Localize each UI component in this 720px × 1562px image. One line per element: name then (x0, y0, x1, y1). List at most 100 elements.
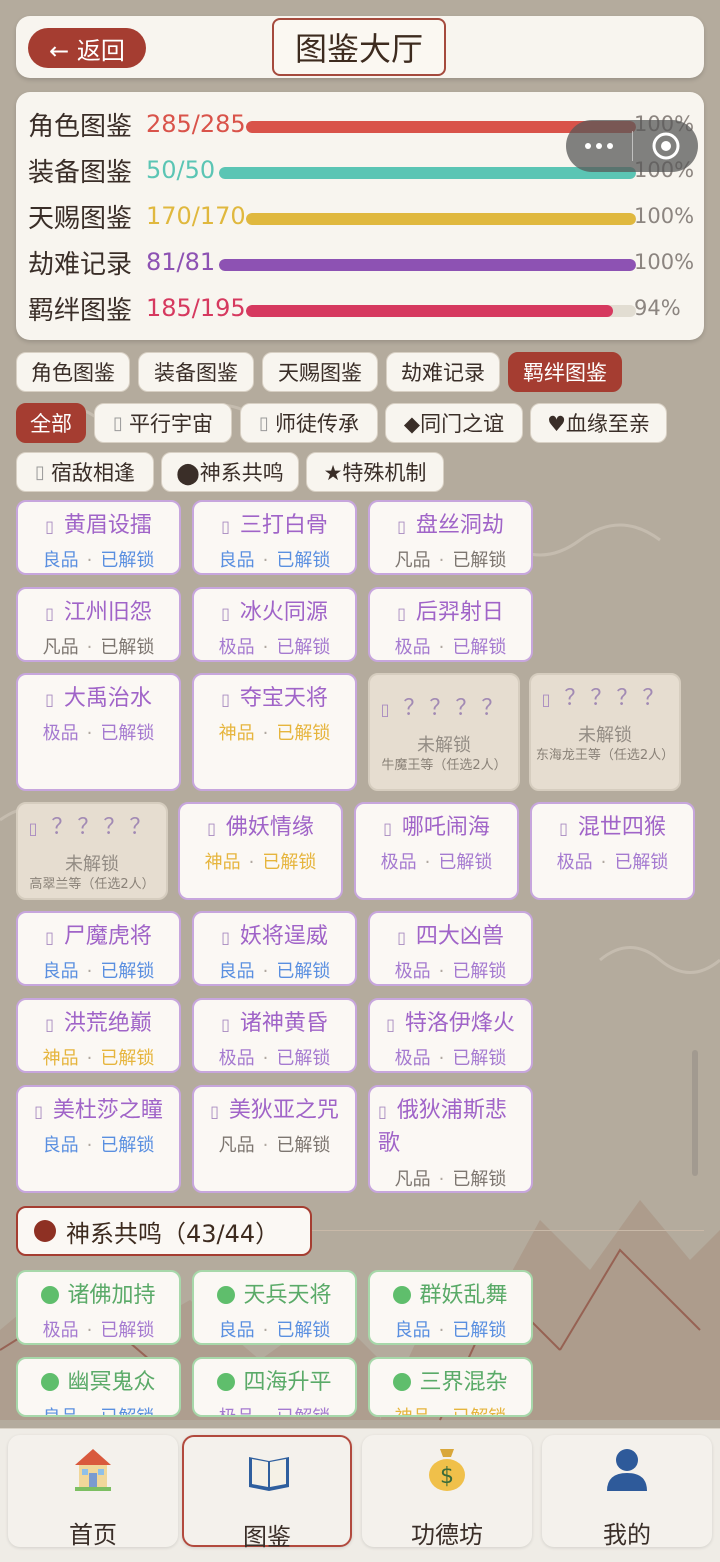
bond-card[interactable]: ▯ 四大凶兽 极品 · 已解锁 (368, 911, 533, 986)
bond-status: 已解锁 (100, 961, 155, 982)
bond-card[interactable]: ▯ 江州旧怨 凡品 · 已解锁 (16, 587, 181, 662)
scrollbar-thumb[interactable] (692, 1050, 698, 1176)
bond-card-title: ▯ 四大凶兽 (370, 921, 531, 954)
bond-card[interactable]: 天兵天将 良品 · 已解锁 (192, 1270, 357, 1345)
missing-glyph-icon: ▯ (221, 690, 230, 709)
bond-card[interactable]: 诸佛加持 极品 · 已解锁 (16, 1270, 181, 1345)
bond-card-name: 盘丝洞劫 (415, 513, 504, 538)
tab-roles[interactable]: 角色图鉴 (16, 352, 130, 392)
bond-quality: 凡品 (42, 637, 79, 658)
nav-label: 首页 (69, 1521, 117, 1549)
bond-card[interactable]: ▯ 美狄亚之咒 凡品 · 已解锁 (192, 1085, 357, 1193)
filter-label: 宿敌相逢 (50, 461, 135, 485)
filter-fellow-disciples[interactable]: ◆同门之谊 (385, 403, 523, 443)
filter-master-disciple[interactable]: ▯ 师徒传承 (240, 403, 378, 443)
nav-merit-shop[interactable]: $ 功德坊 (362, 1435, 532, 1549)
bond-quality: 极品 (42, 1320, 79, 1341)
nav-profile[interactable]: 我的 (542, 1435, 712, 1549)
bond-card[interactable]: ▯ 妖将逞威 良品 · 已解锁 (192, 911, 357, 986)
tab-calamities[interactable]: 劫难记录 (386, 352, 500, 392)
stat-percent: 100% (634, 204, 695, 228)
tab-talents[interactable]: 天赐图鉴 (262, 352, 378, 392)
bond-card[interactable]: 四海升平 极品 · 已解锁 (192, 1357, 357, 1417)
bond-card-meta: 神品 · 已解锁 (18, 1044, 179, 1070)
tab-equipment[interactable]: 装备图鉴 (138, 352, 254, 392)
bond-card[interactable]: ▯ 盘丝洞劫 凡品 · 已解锁 (368, 500, 533, 575)
separator: · (86, 1048, 93, 1069)
bond-quality: 极品 (219, 1407, 255, 1415)
bond-card-meta: 神品 · 已解锁 (370, 1403, 531, 1415)
missing-glyph-icon: ▯ (559, 819, 568, 838)
filter-special-mechanism[interactable]: ★特殊机制 (306, 452, 444, 492)
bond-card[interactable]: ▯ 三打白骨 良品 · 已解锁 (192, 500, 357, 575)
bond-card[interactable]: 群妖乱舞 良品 · 已解锁 (368, 1270, 533, 1345)
bond-card[interactable]: ▯ 后羿射日 极品 · 已解锁 (368, 587, 533, 662)
filter-blood-relatives[interactable]: ♥血缘至亲 (530, 403, 667, 443)
filter-parallel-universe[interactable]: ▯ 平行宇宙 (94, 403, 232, 443)
bond-card[interactable]: 三界混杂 神品 · 已解锁 (368, 1357, 533, 1417)
bond-card-name: 洪荒绝巅 (63, 1011, 152, 1036)
bond-status: 已解锁 (276, 1048, 331, 1069)
missing-glyph-icon: ▯ (45, 1015, 54, 1034)
unlock-hint: 东海龙王等（任选2人） (535, 748, 675, 763)
bond-card[interactable]: ▯ 尸魔虎将 良品 · 已解锁 (16, 911, 181, 986)
back-button[interactable]: ← 返回 (28, 28, 146, 68)
stat-count: 170/170 (146, 202, 246, 230)
filter-nemesis[interactable]: ▯ 宿敌相逢 (16, 452, 154, 492)
bond-card[interactable]: ▯ 夺宝天将 神品 · 已解锁 (192, 673, 357, 791)
bond-card-title: ▯ 大禹治水 (18, 683, 179, 716)
bond-card[interactable]: ▯ 洪荒绝巅 神品 · 已解锁 (16, 998, 181, 1073)
bond-card[interactable]: ▯ 特洛伊烽火 极品 · 已解锁 (368, 998, 533, 1073)
bond-quality: 凡品 (394, 550, 431, 571)
bond-card-meta: 良品 · 已解锁 (18, 546, 179, 572)
bond-card-meta: 良品 · 已解锁 (18, 1403, 179, 1415)
bond-card-meta: 良品 · 已解锁 (370, 1316, 531, 1342)
bond-status: 已解锁 (276, 723, 331, 744)
locked-bond-card[interactable]: ▯ ？？？？ 未解锁 高翠兰等（任选2人） (16, 802, 168, 900)
bond-quality: 极品 (394, 961, 431, 982)
bond-card[interactable]: ▯ 黄眉设擂 良品 · 已解锁 (16, 500, 181, 575)
tab-bonds[interactable]: 羁绊图鉴 (508, 352, 622, 392)
filter-divine-resonance[interactable]: ⬤神系共鸣 (161, 452, 299, 492)
bond-card-meta: 极品 · 已解锁 (194, 1403, 355, 1415)
nav-label: 我的 (603, 1521, 651, 1549)
bond-card[interactable]: ▯ 大禹治水 极品 · 已解锁 (16, 673, 181, 791)
bond-card[interactable]: ▯ 哪吒闹海 极品 · 已解锁 (354, 802, 519, 900)
close-miniprogram-button[interactable] (633, 120, 698, 172)
bond-card-title: ▯ 特洛伊烽火 (370, 1008, 531, 1041)
bond-status: 已解锁 (262, 852, 317, 873)
bond-card[interactable]: ▯ 俄狄浦斯悲歌 凡品 · 已解锁 (368, 1085, 533, 1193)
bond-card-title: ▯ 哪吒闹海 (356, 812, 517, 845)
bond-status: 已解锁 (276, 1320, 331, 1341)
bond-card-meta: 凡品 · 已解锁 (18, 633, 179, 659)
bond-card-name: 冰火同源 (239, 600, 328, 625)
missing-glyph-icon: ▯ (380, 700, 394, 719)
locked-bond-card[interactable]: ▯ ？？？？ 未解锁 东海龙王等（任选2人） (529, 673, 681, 791)
bond-card[interactable]: ▯ 佛妖情缘 神品 · 已解锁 (178, 802, 343, 900)
section-divider (312, 1230, 704, 1231)
bond-card-meta: 神品 · 已解锁 (180, 848, 341, 874)
bond-card[interactable]: ▯ 混世四猴 极品 · 已解锁 (530, 802, 695, 900)
bond-card-name: 天兵天将 (243, 1283, 332, 1308)
nav-collection[interactable]: 图鉴 (182, 1435, 352, 1551)
nav-home[interactable]: 首页 (8, 1435, 178, 1549)
bond-card[interactable]: 幽冥鬼众 良品 · 已解锁 (16, 1357, 181, 1417)
bond-quality: 极品 (556, 852, 593, 873)
locked-bond-card[interactable]: ▯ ？？？？ 未解锁 牛魔王等（任选2人） (368, 673, 520, 791)
bond-card-meta: 极品 · 已解锁 (532, 848, 693, 874)
section-dot-icon (34, 1220, 56, 1242)
bond-card-meta: 极品 · 已解锁 (194, 1044, 355, 1070)
missing-glyph-icon: ▯ (541, 690, 555, 709)
bond-card[interactable]: ▯ 美杜莎之瞳 良品 · 已解锁 (16, 1085, 181, 1193)
bond-card[interactable]: ▯ 冰火同源 极品 · 已解锁 (192, 587, 357, 662)
separator: · (86, 1320, 93, 1341)
more-options-button[interactable] (566, 120, 632, 172)
missing-glyph-icon: ▯ (383, 819, 392, 838)
missing-glyph-icon: ▯ (221, 1015, 230, 1034)
bond-card-title: 天兵天将 (194, 1280, 355, 1312)
separator: · (86, 637, 93, 658)
missing-glyph-icon: ▯ (28, 819, 42, 838)
bond-card-name: 混世四猴 (577, 815, 666, 840)
bond-card[interactable]: ▯ 诸神黄昏 极品 · 已解锁 (192, 998, 357, 1073)
filter-all[interactable]: 全部 (16, 403, 86, 443)
